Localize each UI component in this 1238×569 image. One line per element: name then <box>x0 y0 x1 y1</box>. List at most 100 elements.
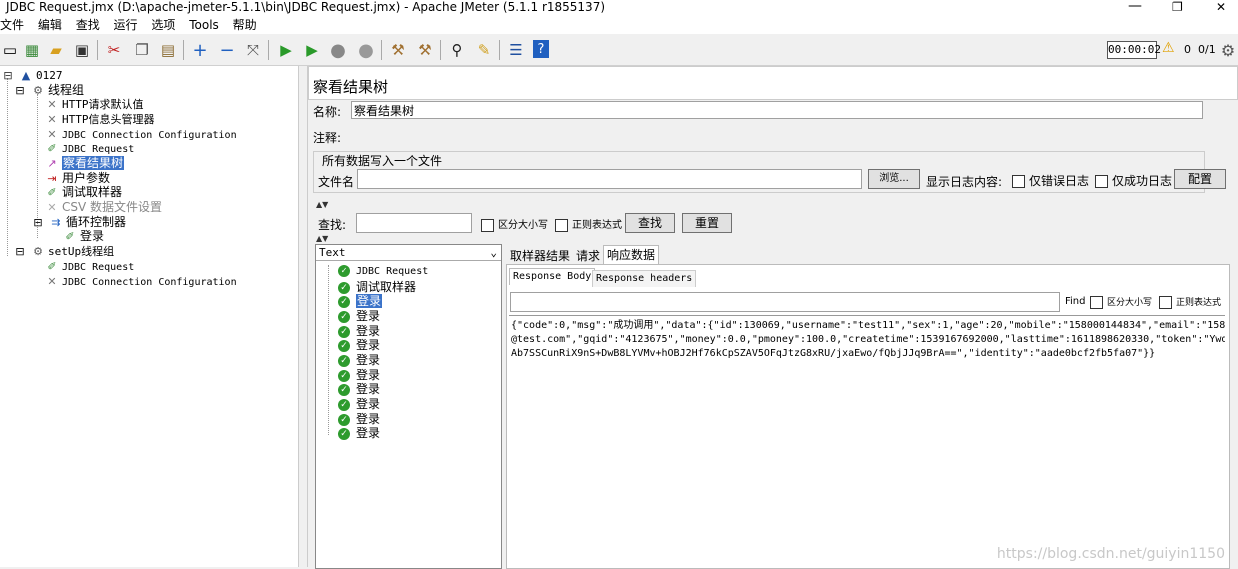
filename-input[interactable] <box>357 169 862 189</box>
cut-icon[interactable]: ✂ <box>104 40 124 60</box>
maximize-button[interactable]: ❐ <box>1172 0 1183 14</box>
reset-button[interactable]: 重置 <box>682 213 732 233</box>
list-item[interactable]: ✓ 登录 <box>338 412 380 426</box>
chevron-down-icon: ⌄ <box>490 246 497 259</box>
controller-icon: ⇉ <box>51 216 61 229</box>
minimize-button[interactable]: — <box>1128 0 1142 14</box>
warning-count: 0 <box>1184 43 1191 56</box>
clear-icon[interactable]: ⚒ <box>388 40 408 60</box>
toggle-icon[interactable]: ⤧ <box>243 40 263 60</box>
collapse-toggle-icon[interactable]: ⊟ <box>30 215 46 230</box>
stop-icon[interactable]: ● <box>328 40 348 61</box>
log-contents-label: 显示日志内容: <box>926 175 1003 189</box>
search-icon[interactable]: ⚲ <box>447 40 467 60</box>
list-item[interactable]: ✓ JDBC Request <box>338 265 428 279</box>
response-body-text[interactable]: {"code":0,"msg":"成功调用","data":{"id":1300… <box>509 315 1225 566</box>
gear-icon: ⚙ <box>33 245 43 258</box>
list-item[interactable]: ✓ 登录 <box>338 382 380 396</box>
tree-node-http-defaults[interactable]: ✕ HTTP请求默认值 <box>44 97 143 112</box>
splitter-arrows-icon[interactable]: ▲▼ <box>316 200 328 209</box>
save-icon[interactable]: ▣ <box>72 40 92 60</box>
collapse-toggle-icon[interactable]: ⊟ <box>0 68 16 83</box>
open-icon[interactable]: ▰ <box>46 40 66 60</box>
tree-node-root[interactable]: ⊟ ▲ 0127 <box>0 68 62 83</box>
paste-icon[interactable]: ▤ <box>158 40 178 60</box>
response-find-input[interactable] <box>510 292 1060 312</box>
tree-node-jdbc-request[interactable]: ✐ JDBC Request <box>44 141 134 156</box>
regex-checkbox[interactable]: 正则表达式 <box>555 216 622 232</box>
clear-all-icon[interactable]: ⚒ <box>415 40 435 60</box>
help-icon[interactable]: ? <box>533 40 549 58</box>
remote-icon[interactable]: ⚙ <box>1218 40 1238 60</box>
list-item[interactable]: ✓ 登录 <box>338 353 380 367</box>
reset-search-icon[interactable]: ✎ <box>474 40 494 60</box>
list-item[interactable]: ✓ 登录 <box>338 397 380 411</box>
tree-node-setup-jdbc-request[interactable]: ✐ JDBC Request <box>44 259 134 274</box>
warning-icon[interactable]: ⚠ <box>1162 40 1175 56</box>
success-check-icon: ✓ <box>338 281 350 294</box>
splitter-arrows-icon[interactable]: ▲▼ <box>316 234 328 243</box>
menu-run[interactable]: 运行 <box>114 16 138 34</box>
start-no-pause-icon[interactable]: ▶ <box>302 40 322 60</box>
name-label: 名称: <box>313 105 342 119</box>
configure-button[interactable]: 配置 <box>1174 169 1226 189</box>
errors-only-checkbox[interactable]: 仅错误日志 <box>1012 172 1089 189</box>
function-helper-icon[interactable]: ☰ <box>506 40 526 60</box>
response-case-checkbox[interactable]: 区分大小写 <box>1090 295 1152 309</box>
tree-node-thread-group[interactable]: ⊟ ⚙ 线程组 <box>12 83 84 98</box>
success-only-checkbox[interactable]: 仅成功日志 <box>1095 172 1172 189</box>
search-input[interactable] <box>356 213 472 233</box>
tab-response-headers[interactable]: Response headers <box>592 270 697 287</box>
menu-edit[interactable]: 编辑 <box>38 16 62 34</box>
renderer-select[interactable]: Text ⌄ <box>316 245 501 261</box>
close-button[interactable]: ✕ <box>1216 0 1226 14</box>
collapse-toggle-icon[interactable]: ⊟ <box>12 83 28 98</box>
window-title: JDBC Request.jmx (D:\apache-jmeter-5.1.1… <box>6 0 606 14</box>
tree-node-csv-data-set[interactable]: ✕ CSV 数据文件设置 <box>44 200 162 215</box>
collapse-toggle-icon[interactable]: ⊟ <box>12 244 28 259</box>
case-sensitive-checkbox[interactable]: 区分大小写 <box>481 216 548 232</box>
collapse-icon[interactable]: − <box>217 40 237 61</box>
tree-node-login[interactable]: ✐ 登录 <box>62 229 104 244</box>
tree-node-setup-thread-group[interactable]: ⊟ ⚙ setUp线程组 <box>12 244 114 259</box>
list-item[interactable]: ✓ 登录 <box>338 368 380 382</box>
list-item[interactable]: ✓ 登录 <box>338 309 380 323</box>
name-input[interactable] <box>351 101 1203 119</box>
tree-node-user-parameters[interactable]: ⇥ 用户参数 <box>44 171 110 186</box>
list-item[interactable]: ✓ 登录 <box>338 426 380 440</box>
tab-sampler-result[interactable]: 取样器结果 <box>507 247 573 265</box>
tree-node-debug-sampler[interactable]: ✐ 调试取样器 <box>44 185 122 200</box>
sampler-icon: ✐ <box>65 230 75 243</box>
filename-label: 文件名 <box>318 175 355 189</box>
menu-tools[interactable]: Tools <box>189 16 219 34</box>
expand-icon[interactable]: + <box>190 40 210 61</box>
find-button[interactable]: 查找 <box>625 213 675 233</box>
preprocessor-icon: ⇥ <box>47 172 57 185</box>
menu-file[interactable]: 文件 <box>0 16 24 34</box>
tab-response-data[interactable]: 响应数据 <box>603 245 660 264</box>
copy-icon[interactable]: ❐ <box>132 40 152 60</box>
list-item[interactable]: ✓ 登录 <box>338 324 380 338</box>
templates-icon[interactable]: ▦ <box>22 40 42 60</box>
tree-node-loop-controller[interactable]: ⊟ ⇉ 循环控制器 <box>30 215 126 230</box>
tab-request[interactable]: 请求 <box>573 247 603 265</box>
list-item[interactable]: ✓ 调试取样器 <box>338 280 416 294</box>
list-item[interactable]: ✓ 登录 <box>338 294 383 308</box>
menu-search[interactable]: 查找 <box>76 16 100 34</box>
new-icon[interactable]: ▭ <box>0 40 20 60</box>
start-icon[interactable]: ▶ <box>276 40 296 60</box>
response-regex-checkbox[interactable]: 正则表达式 <box>1159 295 1221 309</box>
tab-response-body[interactable]: Response Body <box>509 268 596 285</box>
menu-help[interactable]: 帮助 <box>233 16 257 34</box>
split-divider[interactable] <box>299 66 308 567</box>
menu-options[interactable]: 选项 <box>151 16 175 34</box>
tree-node-jdbc-config[interactable]: ✕ JDBC Connection Configuration <box>44 127 236 142</box>
tree-node-header-manager[interactable]: ✕ HTTP信息头管理器 <box>44 112 154 127</box>
browse-button[interactable]: 浏览... <box>868 169 920 189</box>
tree-node-view-results-tree[interactable]: ↗ 察看结果树 <box>44 156 125 171</box>
config-element-icon: ✕ <box>47 98 57 111</box>
tree-node-setup-jdbc-config[interactable]: ✕ JDBC Connection Configuration <box>44 274 236 289</box>
list-item[interactable]: ✓ 登录 <box>338 338 380 352</box>
test-plan-icon: ▲ <box>21 69 31 82</box>
shutdown-icon[interactable]: ● <box>356 40 376 61</box>
